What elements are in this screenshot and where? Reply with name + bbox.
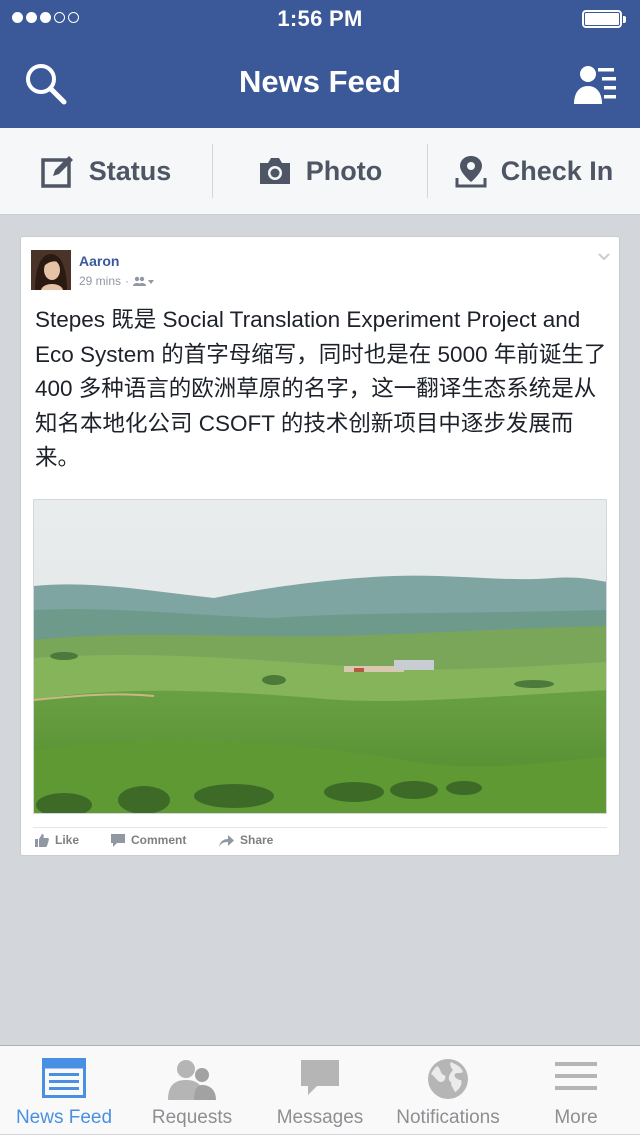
- tab-label: News Feed: [15, 1107, 113, 1128]
- photo-button[interactable]: Photo: [213, 128, 427, 214]
- bottom-tab-bar: News Feed Requests Messages Notification…: [0, 1045, 640, 1134]
- tab-news-feed[interactable]: News Feed: [0, 1046, 128, 1135]
- post-photo[interactable]: [33, 499, 607, 814]
- tab-notifications[interactable]: Notifications: [384, 1046, 512, 1135]
- chevron-down-icon[interactable]: [597, 249, 611, 267]
- post-time[interactable]: 29 mins: [79, 274, 121, 288]
- share-button[interactable]: Share: [219, 833, 273, 847]
- page-title: News Feed: [239, 64, 401, 99]
- globe-icon: [428, 1059, 468, 1099]
- top-header: 1:56 PM News Feed: [0, 0, 640, 128]
- post-meta: 29 mins ·: [79, 274, 155, 288]
- comment-button[interactable]: Comment: [111, 833, 186, 847]
- tab-more[interactable]: More: [512, 1046, 640, 1135]
- status-label: Status: [88, 155, 172, 186]
- tab-requests[interactable]: Requests: [128, 1046, 256, 1135]
- share-label: Share: [240, 833, 274, 847]
- messages-icon: [301, 1060, 339, 1095]
- status-time: 1:56 PM: [277, 6, 363, 31]
- feed-post: Aaron 29 mins · Stepes 既是 Social Transla…: [20, 236, 620, 856]
- like-label: Like: [55, 833, 80, 847]
- meta-separator: ·: [125, 274, 130, 288]
- comment-label: Comment: [131, 833, 187, 847]
- tab-label: More: [554, 1107, 598, 1128]
- requests-icon: [168, 1060, 216, 1100]
- post-text: Stepes 既是 Social Translation Experiment …: [35, 307, 607, 470]
- comment-icon: [111, 833, 125, 847]
- status-bar: 1:56 PM: [0, 0, 640, 40]
- check-in-label: Check In: [500, 155, 614, 186]
- photo-label: Photo: [305, 155, 383, 186]
- location-pin-icon: [455, 156, 487, 188]
- status-button[interactable]: Status: [0, 128, 212, 214]
- post-author[interactable]: Aaron: [79, 253, 119, 269]
- friends-audience-icon[interactable]: [133, 276, 155, 286]
- check-in-button[interactable]: Check In: [428, 128, 640, 214]
- friend-requests-icon[interactable]: [574, 64, 618, 106]
- tab-messages[interactable]: Messages: [256, 1046, 384, 1135]
- edit-icon: [40, 156, 73, 188]
- battery-icon: [582, 10, 628, 30]
- camera-icon: [259, 158, 290, 184]
- tab-label: Requests: [151, 1107, 233, 1128]
- menu-icon: [555, 1062, 597, 1090]
- news-feed-icon: [42, 1058, 86, 1098]
- share-icon: [219, 834, 234, 847]
- like-button[interactable]: Like: [35, 833, 79, 847]
- avatar[interactable]: [31, 250, 71, 290]
- like-icon: [35, 833, 49, 847]
- composer-action-bar: Status Photo Check In: [0, 128, 640, 215]
- tab-label: Notifications: [396, 1107, 500, 1128]
- nav-bar: News Feed: [0, 40, 640, 128]
- tab-label: Messages: [276, 1107, 364, 1128]
